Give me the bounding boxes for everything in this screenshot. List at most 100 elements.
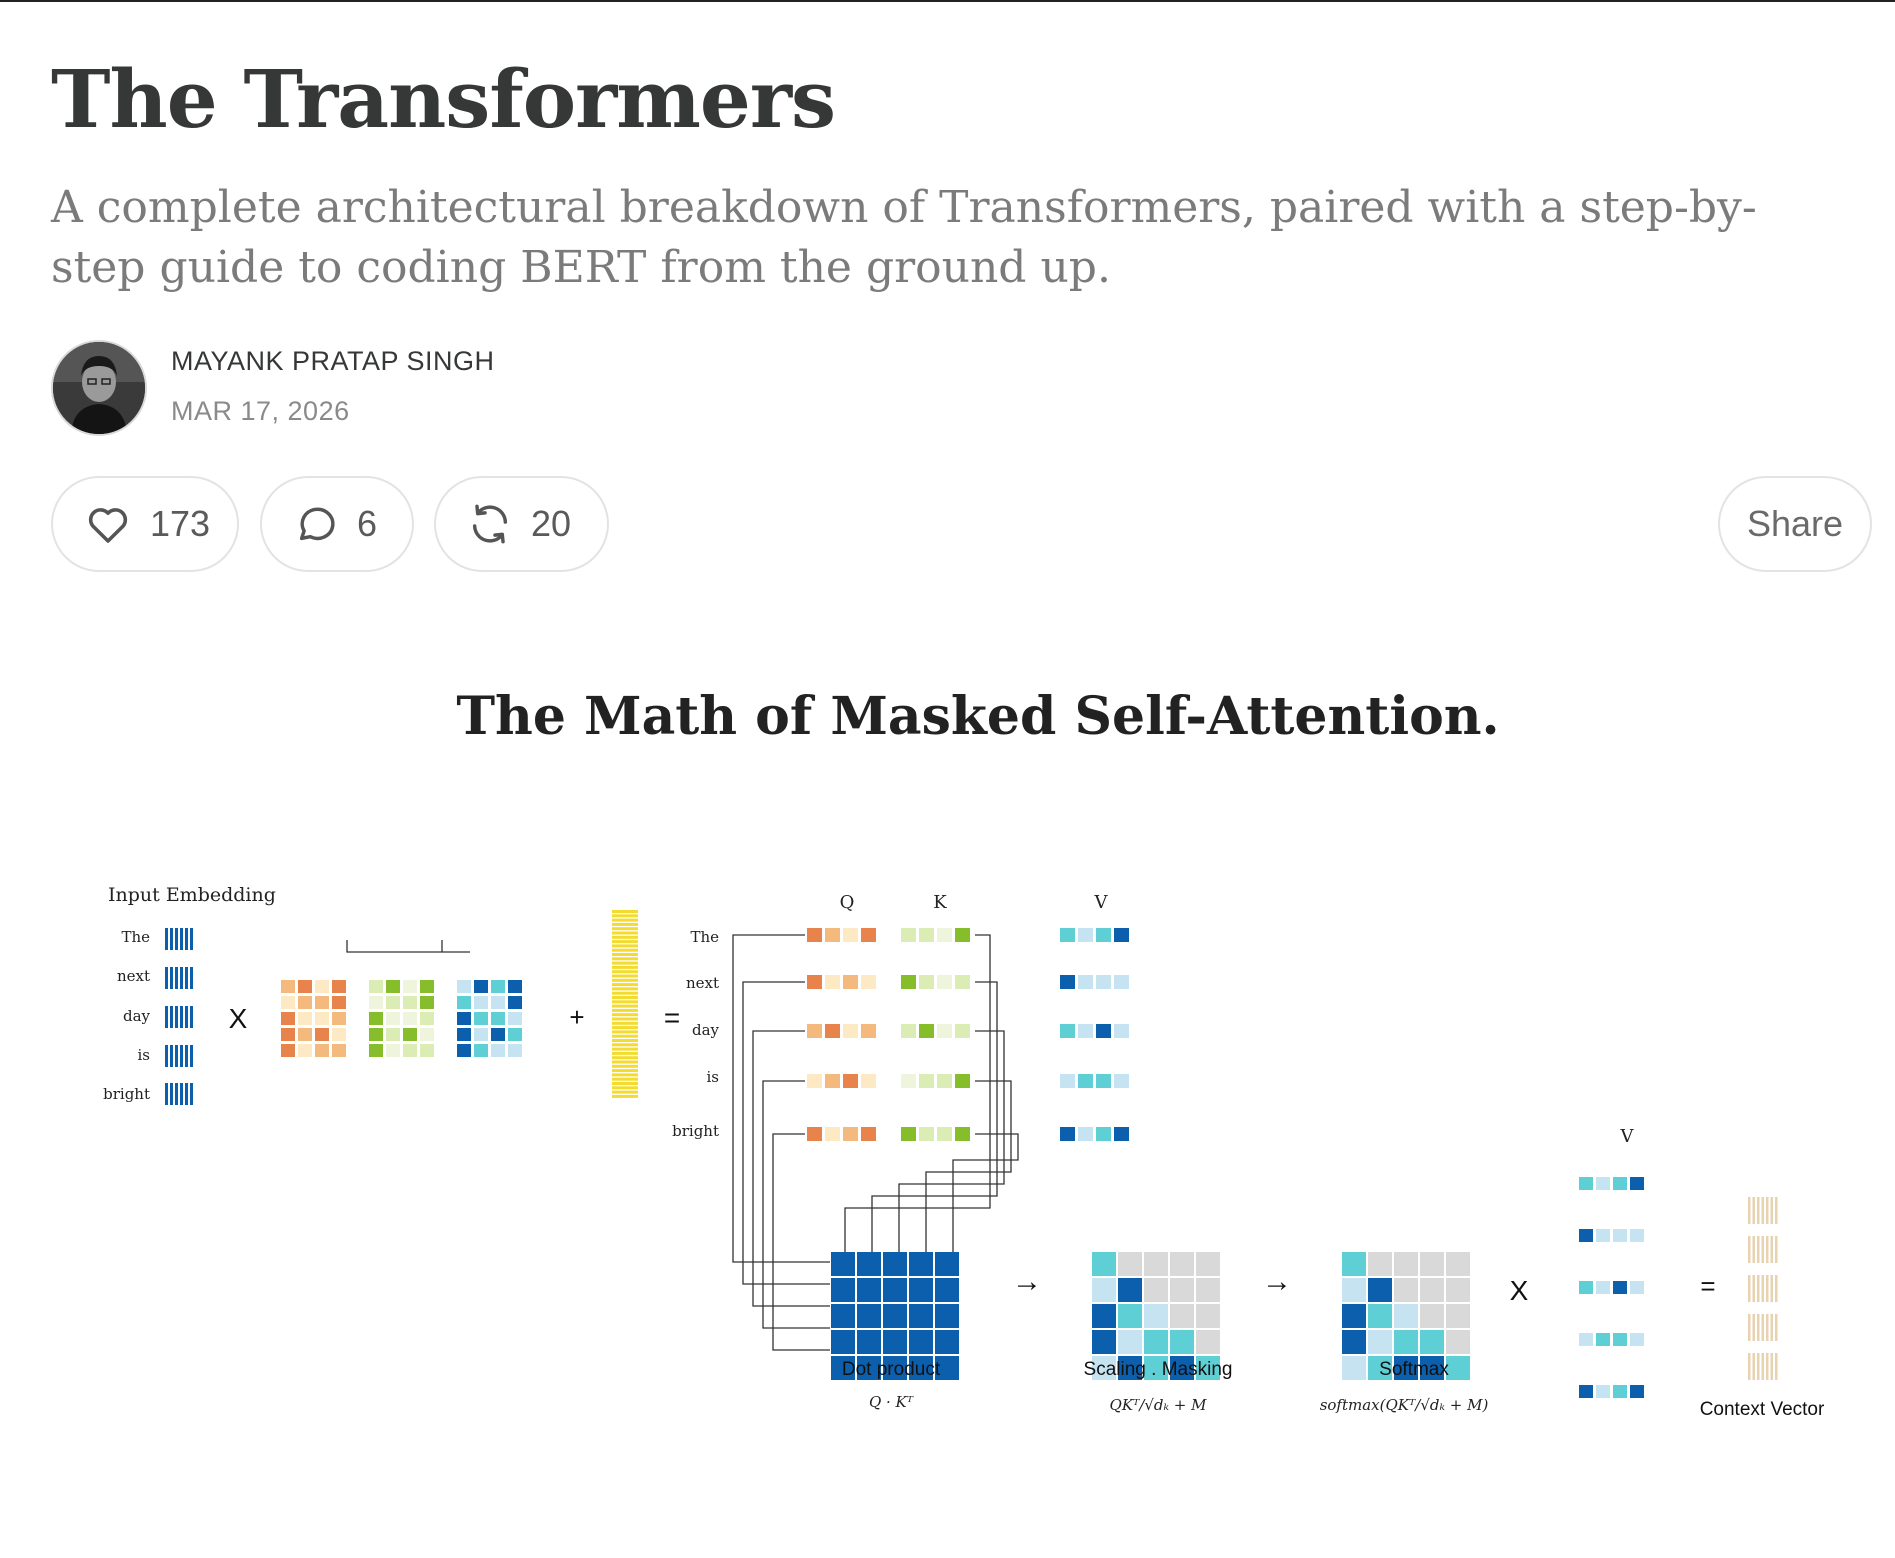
embedding-bar: [190, 1045, 193, 1067]
weight-cell: [491, 1028, 505, 1041]
position-encoding-line: [612, 1013, 638, 1017]
masked-score-cell: [1118, 1252, 1142, 1276]
dot-product-cell: [857, 1330, 881, 1354]
dot-product-cell: [831, 1278, 855, 1302]
k-cell: [955, 1024, 970, 1038]
v-cell: [1114, 975, 1129, 989]
context-bar: [1770, 1314, 1773, 1341]
softmax-cell: [1394, 1252, 1418, 1276]
context-bar: [1775, 1236, 1778, 1263]
position-encoding-line: [612, 1073, 638, 1077]
embedding-bar: [165, 1045, 168, 1067]
figure-title: The Math of Masked Self-Attention.: [456, 686, 1499, 747]
q-cell: [861, 928, 876, 942]
position-encoding-line: [612, 910, 638, 913]
q-cell: [825, 1127, 840, 1141]
qkv-token-is: is: [707, 1068, 720, 1086]
comment-button[interactable]: 6: [260, 476, 414, 572]
restack-button[interactable]: 20: [434, 476, 609, 572]
dot-product-cell: [909, 1278, 933, 1302]
q-cell: [807, 975, 822, 989]
author-name[interactable]: MAYANK PRATAP SINGH: [171, 346, 495, 377]
weight-cell: [315, 1044, 329, 1057]
softmax-cell: [1368, 1278, 1392, 1302]
masked-score-cell: [1170, 1330, 1194, 1354]
like-button[interactable]: 173: [51, 476, 239, 572]
softmax-cell: [1342, 1356, 1366, 1380]
context-bar: [1752, 1353, 1755, 1380]
position-encoding-line: [612, 1004, 638, 1008]
context-bar: [1766, 1197, 1769, 1224]
context-bar: [1752, 1236, 1755, 1263]
position-encoding-line: [612, 978, 638, 982]
position-encoding-line: [612, 965, 638, 969]
weight-cell: [298, 980, 312, 993]
v-cell: [1096, 928, 1111, 942]
position-encoding-line: [612, 931, 638, 935]
weight-cell: [281, 980, 295, 993]
context-bar: [1761, 1314, 1764, 1341]
weight-cell: [491, 1044, 505, 1057]
post-subtitle: A complete architectural breakdown of Tr…: [51, 182, 1757, 293]
context-bar: [1775, 1275, 1778, 1302]
context-bar: [1761, 1353, 1764, 1380]
position-encoding-line: [612, 1043, 638, 1047]
dot-product-cell: [909, 1252, 933, 1276]
key-wire: [871, 981, 998, 1252]
post-title: The Transformers: [51, 52, 836, 146]
context-bar: [1748, 1353, 1751, 1380]
masked-score-cell: [1144, 1252, 1168, 1276]
v2-cell: [1596, 1177, 1610, 1190]
weight-cell: [508, 1028, 522, 1041]
dot-product-cell: [883, 1304, 907, 1328]
softmax-cell: [1368, 1252, 1392, 1276]
weight-cell: [332, 1044, 346, 1057]
weight-cell: [386, 1028, 400, 1041]
v-cell: [1060, 1074, 1075, 1088]
masked-score-cell: [1144, 1330, 1168, 1354]
dot-product-cell: [935, 1304, 959, 1328]
share-button[interactable]: Share: [1718, 476, 1872, 572]
weight-cell: [474, 1044, 488, 1057]
token-the: The: [121, 928, 150, 946]
context-bar: [1748, 1236, 1751, 1263]
position-encoding-line: [612, 961, 638, 965]
weight-cell: [315, 1028, 329, 1041]
dot-product-cell: [883, 1330, 907, 1354]
k-cell: [901, 1127, 916, 1141]
context-bar: [1752, 1314, 1755, 1341]
k-cell: [955, 1074, 970, 1088]
arrow-1: →: [1012, 1265, 1042, 1298]
v-cell: [1114, 1024, 1129, 1038]
weight-cell: [457, 1028, 471, 1041]
dot-product-cell: [831, 1304, 855, 1328]
weight-cell: [474, 980, 488, 993]
dot-product-cell: [857, 1304, 881, 1328]
q-cell: [861, 1024, 876, 1038]
masked-score-cell: [1118, 1278, 1142, 1302]
v-cell: [1060, 928, 1075, 942]
k-cell: [919, 1127, 934, 1141]
dot-product-cell: [935, 1252, 959, 1276]
weight-cell: [281, 1044, 295, 1057]
restack-count: 20: [531, 503, 572, 544]
weight-cell: [403, 1028, 417, 1041]
v-cell: [1078, 1074, 1093, 1088]
softmax-cell: [1342, 1278, 1366, 1302]
masked-score-cell: [1092, 1330, 1116, 1354]
author-avatar[interactable]: [51, 340, 147, 436]
k-cell: [937, 1074, 952, 1088]
position-encoding-line: [612, 1017, 638, 1021]
position-encoding-line: [612, 1086, 638, 1090]
position-encoding-line: [612, 1060, 638, 1064]
embedding-bar: [165, 1083, 168, 1105]
v2-cell: [1630, 1333, 1644, 1346]
softmax-cell: [1342, 1304, 1366, 1328]
softmax-label: Softmax: [1379, 1359, 1449, 1380]
k-label: K: [933, 892, 947, 913]
weight-cell: [386, 980, 400, 993]
softmax-cell: [1394, 1304, 1418, 1328]
v-cell: [1078, 1024, 1093, 1038]
weight-cell: [281, 996, 295, 1009]
masked-score-cell: [1118, 1330, 1142, 1354]
